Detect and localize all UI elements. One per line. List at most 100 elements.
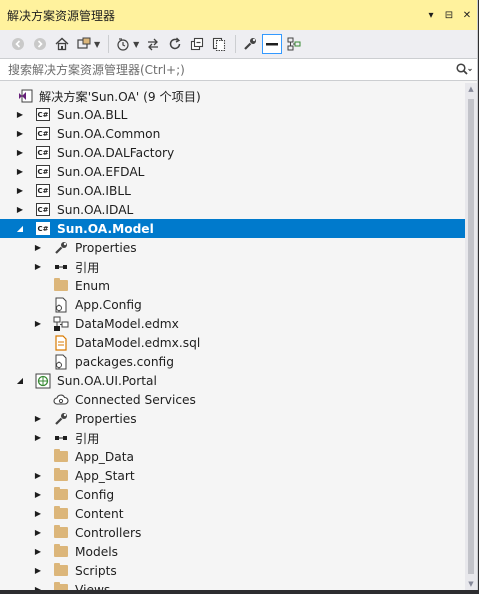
search-box[interactable]: 搜索解决方案资源管理器(Ctrl+;) (0, 58, 477, 81)
pending-changes-filter-icon[interactable] (113, 34, 133, 54)
tree-item[interactable]: ▶ C# Sun.OA.IBLL (0, 181, 465, 200)
tree-item[interactable]: 解决方案'Sun.OA' (9 个项目) (0, 86, 465, 105)
expand-arrow-icon[interactable]: ▶ (33, 257, 43, 276)
collapse-arrow-icon[interactable]: ◢ (15, 371, 25, 390)
folder-icon (53, 468, 69, 484)
tree-item[interactable]: ▶ C# Sun.OA.Common (0, 124, 465, 143)
expand-arrow-icon[interactable]: ▶ (33, 542, 43, 561)
tree-item-label: Sun.OA.EFDAL (57, 164, 145, 179)
folder-icon (53, 487, 69, 503)
tree-item[interactable]: ▶ DataModel.edmx (0, 314, 465, 333)
window-position-dropdown-icon[interactable]: ▾ (423, 7, 439, 23)
tree-item-label: Connected Services (75, 392, 196, 407)
expand-arrow-icon[interactable]: ▶ (33, 523, 43, 542)
expand-arrow-icon[interactable]: ▶ (33, 428, 43, 447)
expand-arrow-icon[interactable]: ▶ (15, 143, 25, 162)
tree-item[interactable]: DataModel.edmx.sql (0, 333, 465, 352)
expand-arrow-icon[interactable]: ▶ (33, 561, 43, 580)
tree-item[interactable]: ▶ C# Sun.OA.DALFactory (0, 143, 465, 162)
folder-icon (53, 506, 69, 522)
tree-item[interactable]: ◢ C# Sun.OA.Model (0, 219, 465, 238)
tree-item[interactable]: ▶ Controllers (0, 523, 465, 542)
tree-item-label: DataModel.edmx (75, 316, 179, 331)
expand-arrow-icon[interactable]: ▶ (15, 162, 25, 181)
tree-item[interactable]: ▶ Models (0, 542, 465, 561)
csharp-project-icon: C# (35, 107, 51, 123)
vertical-scrollbar[interactable]: ▲ ▼ (465, 83, 477, 590)
auto-hide-pin-icon[interactable]: ⊟ (441, 7, 457, 23)
expand-arrow-icon[interactable]: ▶ (33, 238, 43, 257)
collapse-arrow-icon[interactable]: ◢ (15, 219, 25, 238)
solution-explorer-panel: 解决方案资源管理器 ▾ ⊟ ✕ ▼ ▼ 搜索解决方案资源管理器(Ctrl+;) … (0, 0, 478, 590)
tree-item[interactable]: ▶ C# Sun.OA.IDAL (0, 200, 465, 219)
scrollbar-thumb[interactable] (468, 99, 474, 574)
expand-arrow-icon[interactable]: ▶ (15, 181, 25, 200)
collapse-all-icon[interactable] (187, 34, 207, 54)
tree-item[interactable]: ◢ Sun.OA.UI.Portal (0, 371, 465, 390)
references-icon (53, 259, 69, 275)
tree-item[interactable]: ▶ Config (0, 485, 465, 504)
tree-item[interactable]: ▶ Properties (0, 409, 465, 428)
solution-explorer-toolbar: ▼ ▼ (0, 30, 477, 58)
tree-item[interactable]: ▶ Properties (0, 238, 465, 257)
tree-item-label: Controllers (75, 525, 142, 540)
tree-item-label: Config (75, 487, 115, 502)
tree-item[interactable]: Enum (0, 276, 465, 295)
tree-item[interactable]: ▶ Scripts (0, 561, 465, 580)
expand-arrow-icon[interactable]: ▶ (33, 466, 43, 485)
sync-with-active-document-icon[interactable] (143, 34, 163, 54)
tree-item[interactable]: ▶ Views (0, 580, 465, 590)
panel-title-bar: 解决方案资源管理器 ▾ ⊟ ✕ (0, 0, 477, 30)
cloud-icon (53, 392, 69, 408)
tree-item[interactable]: ▶ 引用 (0, 257, 465, 276)
expand-arrow-icon[interactable]: ▶ (33, 504, 43, 523)
forward-icon[interactable] (30, 34, 50, 54)
tree-item-label: Sun.OA.IDAL (57, 202, 134, 217)
preview-selected-items-icon[interactable] (262, 34, 283, 54)
folder-icon (53, 544, 69, 560)
view-class-diagram-icon[interactable] (284, 34, 304, 54)
expand-arrow-icon[interactable]: ▶ (33, 485, 43, 504)
expand-arrow-icon[interactable]: ▶ (33, 580, 43, 590)
refresh-icon[interactable] (165, 34, 185, 54)
tree-item[interactable]: Connected Services (0, 390, 465, 409)
show-all-files-icon[interactable] (209, 34, 229, 54)
tree-item[interactable]: ▶ Content (0, 504, 465, 523)
folder-icon (53, 563, 69, 579)
expand-arrow-icon[interactable]: ▶ (15, 105, 25, 124)
pending-changes-dropdown-icon[interactable]: ▼ (133, 40, 139, 49)
expand-arrow-icon[interactable]: ▶ (15, 200, 25, 219)
tree-item[interactable]: ▶ C# Sun.OA.EFDAL (0, 162, 465, 181)
csharp-project-icon: C# (35, 164, 51, 180)
csharp-project-icon: C# (35, 183, 51, 199)
edmx-icon (53, 316, 69, 332)
csharp-project-icon: C# (35, 145, 51, 161)
tree-item-label: Properties (75, 240, 137, 255)
web-project-icon (35, 373, 51, 389)
tree-item-label: Scripts (75, 563, 117, 578)
tree-item[interactable]: ▶ 引用 (0, 428, 465, 447)
config-file-icon (53, 354, 69, 370)
expand-arrow-icon[interactable]: ▶ (33, 314, 43, 333)
switch-views-icon[interactable] (74, 34, 94, 54)
tree-item-label: Sun.OA.BLL (57, 107, 128, 122)
expand-arrow-icon[interactable]: ▶ (15, 124, 25, 143)
tree-item[interactable]: App_Data (0, 447, 465, 466)
solution-icon (18, 88, 34, 104)
scroll-down-icon[interactable]: ▼ (465, 578, 477, 590)
properties-icon[interactable] (240, 34, 260, 54)
scroll-up-icon[interactable]: ▲ (465, 83, 477, 95)
tree-item[interactable]: App.Config (0, 295, 465, 314)
tree-item-label: App_Start (75, 468, 135, 483)
tree-item-label: Views (75, 582, 111, 591)
search-input[interactable]: 搜索解决方案资源管理器(Ctrl+;) (8, 61, 451, 78)
home-icon[interactable] (52, 34, 72, 54)
tree-item[interactable]: ▶ App_Start (0, 466, 465, 485)
switch-views-dropdown-icon[interactable]: ▼ (94, 40, 100, 49)
back-icon[interactable] (8, 34, 28, 54)
tree-item[interactable]: packages.config (0, 352, 465, 371)
search-icon[interactable] (451, 62, 477, 77)
tree-item[interactable]: ▶ C# Sun.OA.BLL (0, 105, 465, 124)
expand-arrow-icon[interactable]: ▶ (33, 409, 43, 428)
close-icon[interactable]: ✕ (459, 7, 475, 23)
